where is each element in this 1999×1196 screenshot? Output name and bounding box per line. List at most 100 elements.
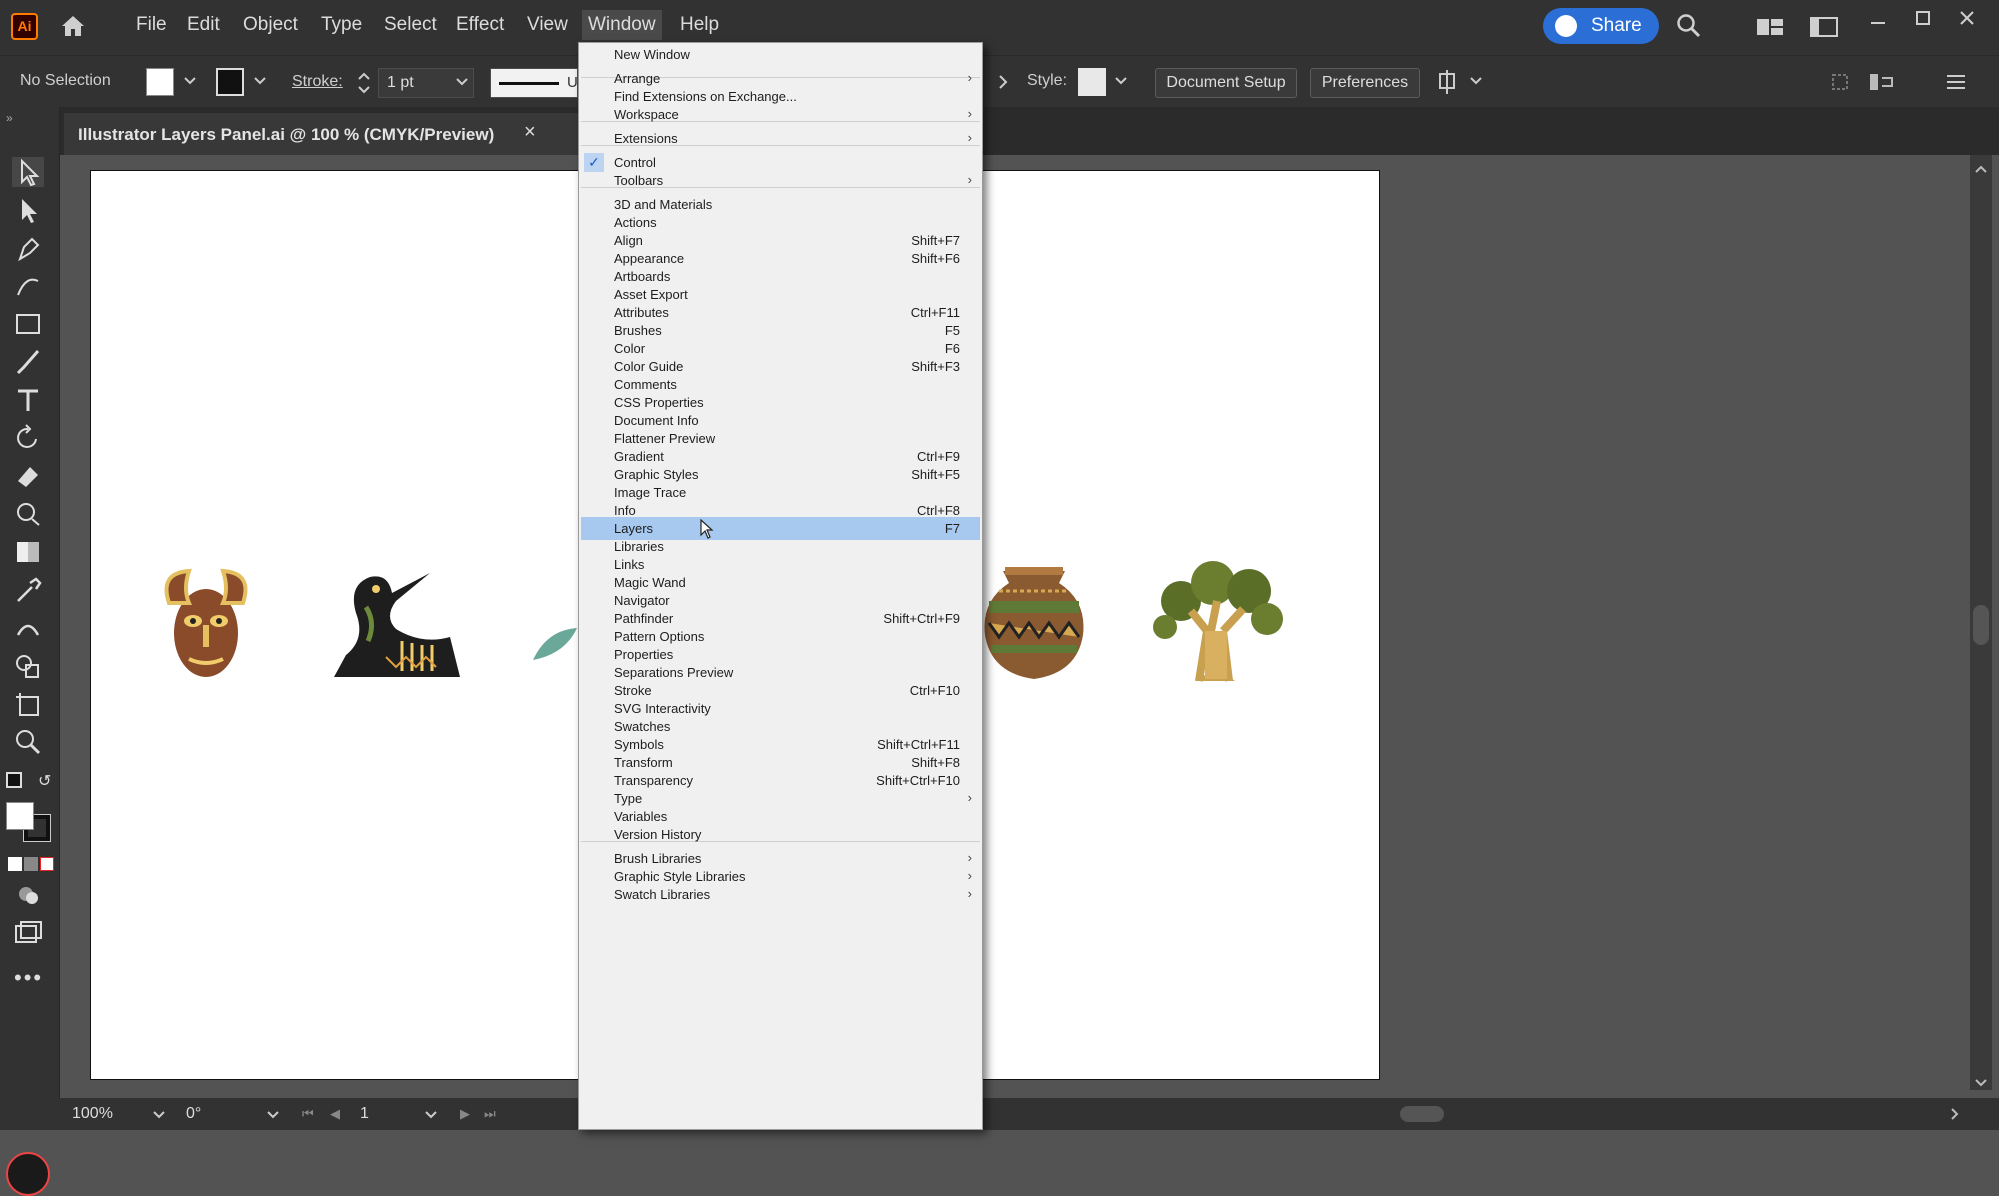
graphic-style-swatch[interactable]: [1078, 68, 1106, 96]
rotation-value[interactable]: 0°: [186, 1105, 201, 1123]
curvature-tool-icon[interactable]: [12, 271, 44, 301]
chevron-down-icon: [455, 75, 469, 94]
chevron-down-icon[interactable]: [1113, 74, 1129, 93]
menu-item-toolbars[interactable]: Toolbars ›: [579, 169, 982, 192]
chevron-down-icon[interactable]: [424, 1108, 438, 1126]
menu-item-workspace[interactable]: Workspace ›: [579, 103, 982, 126]
draw-mode-icon[interactable]: [12, 880, 44, 910]
artboard-tool-icon[interactable]: [12, 689, 44, 719]
default-colors-icon[interactable]: [6, 772, 22, 788]
menu-item-new-window[interactable]: New Window: [579, 43, 982, 66]
chevron-down-icon[interactable]: [182, 74, 198, 93]
search-icon[interactable]: [1676, 13, 1702, 44]
menu-select[interactable]: Select: [384, 14, 437, 36]
scroll-down-icon[interactable]: [1974, 1075, 1988, 1093]
stroke-swatch[interactable]: [216, 68, 244, 96]
vertical-scrollbar[interactable]: [1970, 155, 1992, 1090]
puppet-warp-tool-icon[interactable]: [12, 613, 44, 643]
share-button[interactable]: Share: [1543, 8, 1659, 44]
menu-item-label: Transparency: [614, 773, 693, 788]
uniform-label: U: [567, 74, 578, 91]
arrange-documents-icon[interactable]: [1756, 16, 1784, 43]
document-tab[interactable]: Illustrator Layers Panel.ai @ 100 % (CMY…: [64, 113, 584, 155]
swap-colors-icon[interactable]: ↺: [38, 771, 51, 791]
menu-window[interactable]: Window: [582, 10, 662, 40]
fill-swatch[interactable]: [146, 68, 174, 96]
menu-item-label: Attributes: [614, 305, 669, 320]
menu-item-version-history[interactable]: Version History: [579, 823, 982, 846]
preferences-button[interactable]: Preferences: [1310, 68, 1420, 98]
selection-tool-icon[interactable]: [12, 157, 44, 187]
chevron-down-icon[interactable]: [1468, 74, 1484, 93]
last-artboard-icon[interactable]: ⏭: [484, 1106, 496, 1122]
color-mode-icon[interactable]: [8, 857, 22, 871]
previous-artboard-icon[interactable]: ◀: [330, 1106, 340, 1122]
align-options-icon[interactable]: [1868, 70, 1896, 99]
tribal-pot-artwork[interactable]: [979, 561, 1089, 690]
menu-object[interactable]: Object: [243, 14, 298, 36]
eyedropper-tool-icon[interactable]: [12, 575, 44, 605]
first-artboard-icon[interactable]: ⏮: [302, 1106, 314, 1122]
chevron-down-icon[interactable]: [152, 1108, 166, 1126]
tribal-mask-artwork[interactable]: [159, 563, 253, 686]
menu-view[interactable]: View: [527, 14, 568, 36]
transform-options-icon[interactable]: [1436, 70, 1462, 99]
pen-tool-icon[interactable]: [12, 233, 44, 263]
creative-cloud-icon[interactable]: [6, 1152, 50, 1196]
direct-selection-tool-icon[interactable]: [12, 195, 44, 225]
warp-tool-icon[interactable]: [12, 499, 44, 529]
menu-item-label: Extensions: [614, 131, 678, 146]
rotate-tool-icon[interactable]: [12, 423, 44, 453]
baobab-tree-artwork[interactable]: [1151, 561, 1287, 688]
home-icon[interactable]: [60, 14, 86, 38]
scrollbar-thumb[interactable]: [1973, 605, 1989, 645]
style-label: Style:: [1027, 72, 1068, 89]
rectangle-tool-icon[interactable]: [12, 309, 44, 339]
menu-item-label: SVG Interactivity: [614, 701, 711, 716]
artboard-number[interactable]: 1: [360, 1105, 369, 1123]
chevron-down-icon[interactable]: [252, 74, 268, 93]
menu-item-swatch-libraries[interactable]: Swatch Libraries ›: [579, 883, 982, 906]
more-tools-icon[interactable]: •••: [14, 965, 43, 991]
menu-item-shortcut: Ctrl+F9: [917, 449, 960, 464]
chevron-down-icon[interactable]: [266, 1108, 280, 1126]
gradient-tool-icon[interactable]: [12, 537, 44, 567]
menu-effect[interactable]: Effect: [456, 14, 504, 36]
document-setup-button[interactable]: Document Setup: [1155, 68, 1297, 98]
close-tab-icon[interactable]: ×: [524, 121, 536, 144]
expand-panel-icon[interactable]: »: [6, 111, 13, 125]
zoom-level[interactable]: 100%: [72, 1105, 113, 1123]
eraser-tool-icon[interactable]: [12, 461, 44, 491]
minimize-icon[interactable]: [1868, 12, 1888, 37]
restore-icon[interactable]: [1913, 8, 1933, 33]
stroke-stepper-icon[interactable]: [356, 68, 372, 103]
menu-item-extensions[interactable]: Extensions ›: [579, 127, 982, 150]
close-window-icon[interactable]: [1957, 8, 1977, 33]
menu-help[interactable]: Help: [680, 14, 719, 36]
menu-edit[interactable]: Edit: [187, 14, 220, 36]
stroke-weight-field[interactable]: 1 pt: [378, 68, 474, 98]
scroll-right-icon[interactable]: [1950, 1107, 1960, 1126]
menu-file[interactable]: File: [136, 14, 167, 36]
screen-mode-icon[interactable]: [12, 918, 44, 948]
paintbrush-tool-icon[interactable]: [12, 347, 44, 377]
zoom-tool-icon[interactable]: [12, 727, 44, 757]
leaf-artwork[interactable]: [531, 626, 581, 667]
scroll-up-icon[interactable]: [1974, 161, 1988, 179]
next-artboard-icon[interactable]: ▶: [460, 1106, 470, 1122]
menu-type[interactable]: Type: [321, 14, 362, 36]
gradient-mode-icon[interactable]: [24, 857, 38, 871]
stroke-profile-dropdown[interactable]: U: [490, 68, 578, 98]
stroke-label[interactable]: Stroke:: [292, 73, 343, 91]
shape-builder-tool-icon[interactable]: [12, 651, 44, 681]
share-label: Share: [1591, 15, 1642, 36]
isolate-icon[interactable]: [1830, 72, 1850, 97]
chevron-right-icon[interactable]: [996, 74, 1010, 95]
workspace-switcher-icon[interactable]: [1810, 16, 1838, 43]
fill-color-box[interactable]: [6, 802, 34, 830]
type-tool-icon[interactable]: [12, 385, 44, 415]
tribal-bird-artwork[interactable]: [326, 567, 464, 690]
none-mode-icon[interactable]: [40, 857, 54, 871]
panel-menu-icon[interactable]: [1945, 72, 1967, 97]
horizontal-scroll-thumb[interactable]: [1400, 1106, 1444, 1122]
